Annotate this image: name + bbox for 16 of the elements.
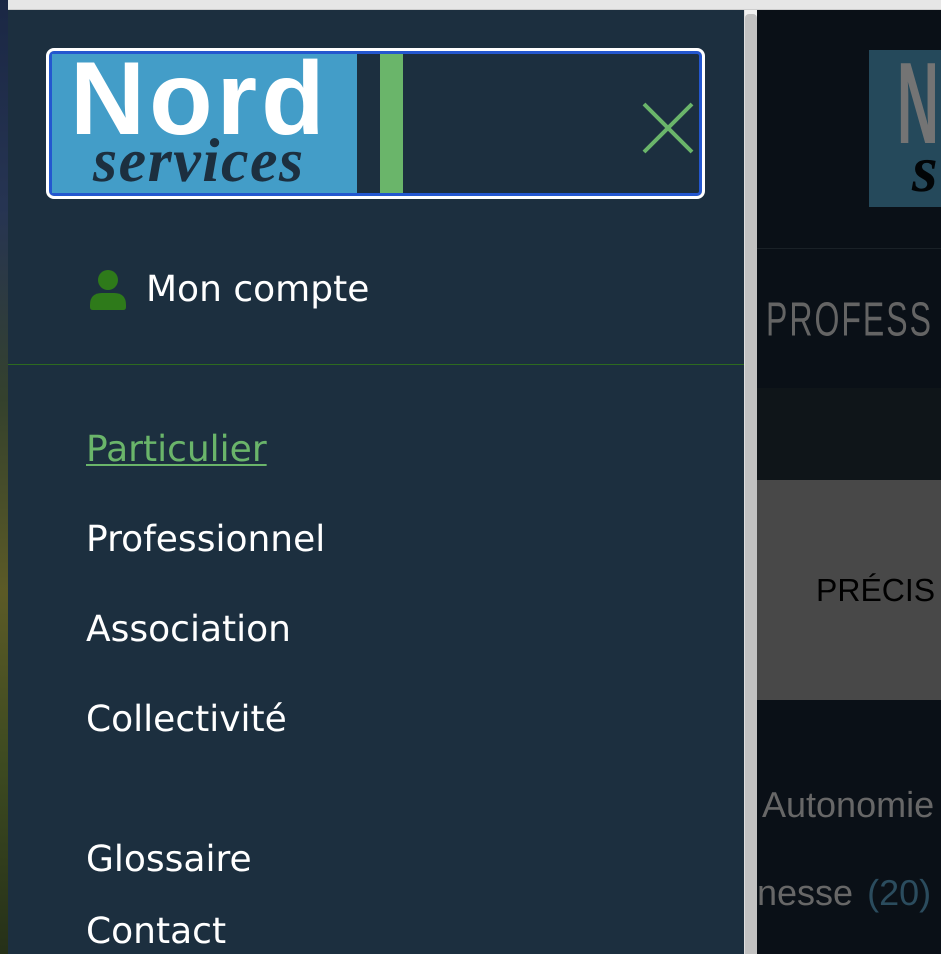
menu-link[interactable]: Particulier (86, 430, 267, 470)
menu-link[interactable]: Association (86, 610, 291, 650)
user-icon (90, 270, 126, 310)
filter-count: (20) (867, 873, 932, 913)
logo-wordmark: N (897, 60, 939, 146)
account-link[interactable]: Mon compte (90, 269, 370, 311)
logo-tagline: services (93, 138, 305, 184)
logo-wordmark: Nord (70, 60, 329, 138)
close-button[interactable] (642, 102, 694, 154)
logo-tagline: s (912, 146, 938, 194)
menu-link[interactable]: Contact (86, 912, 226, 952)
banner-title: PRÉCIS (816, 571, 936, 609)
close-icon (642, 102, 694, 154)
menu-link[interactable]: Glossaire (86, 840, 252, 880)
menu-link[interactable]: Collectivité (86, 700, 287, 740)
menu-link[interactable]: Professionnel (86, 520, 326, 560)
